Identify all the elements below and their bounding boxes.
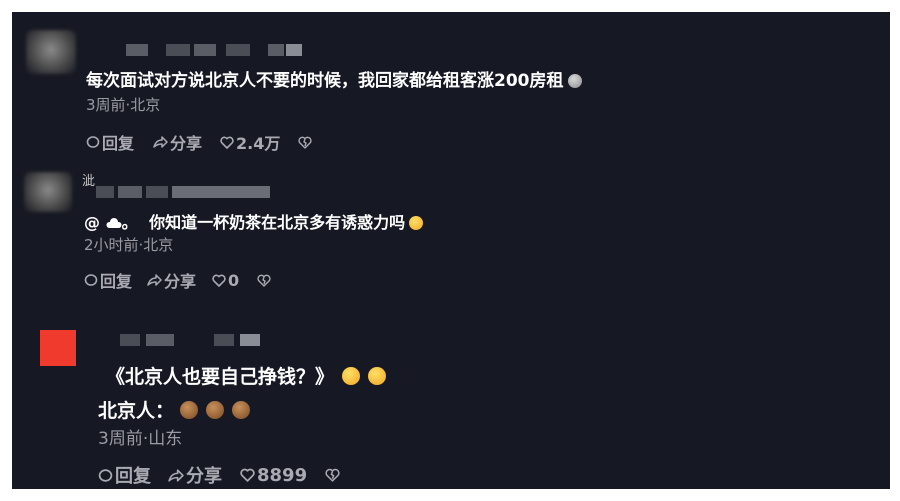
avatar[interactable] [40,330,76,366]
money-face-emoji [180,401,199,419]
laughing-tears-emoji [368,367,387,385]
comment-actions: 回复 分享 8899 [98,462,340,488]
grinning-emoji [409,216,424,230]
username-redacted[interactable] [126,44,306,56]
dislike-button[interactable] [325,468,340,482]
heart-icon [220,136,234,149]
username-fragment[interactable]: 泚 [82,170,95,189]
like-button[interactable]: 2.4万 [220,130,280,154]
comment-list: 每次面试对方说北京人不要的时候，我回家都给租客涨200房租 3周前·北京 回复 … [12,12,890,489]
money-face-emoji [232,401,251,419]
share-arrow-icon [168,468,184,482]
comment-text: 《北京人也要自己挣钱？》 [106,362,387,389]
comment-actions: 回复 分享 2.4万 [86,130,312,154]
avatar[interactable] [24,172,72,212]
share-arrow-icon [147,274,162,286]
share-button[interactable]: 分享 [167,462,222,488]
cat-face-emoji [567,74,582,88]
reply-bubble-icon [86,136,100,148]
heart-icon [240,468,255,482]
comment-text-line2: 北京人： [98,396,251,423]
username-redacted[interactable] [120,334,280,346]
username-redacted[interactable] [96,186,270,198]
reply-bubble-icon [84,274,98,286]
like-button[interactable]: 0 [212,271,239,290]
mention-punct: 。 [121,213,138,232]
reply-bubble-icon [98,468,113,482]
comment-text: 每次面试对方说北京人不要的时候，我回家都给租客涨200房租 [86,66,582,91]
comment-meta: 2小时前·北京 [84,236,174,254]
heart-icon [212,274,226,287]
like-button[interactable]: 8899 [240,465,307,486]
reply-button[interactable]: 回复 [84,268,132,292]
like-count: 2.4万 [236,134,281,153]
share-button[interactable]: 分享 [152,130,202,154]
broken-heart-icon [325,468,340,482]
broken-heart-icon [298,136,312,149]
like-count: 0 [228,270,240,290]
comment-actions: 回复 分享 0 [84,268,271,292]
dislike-button[interactable] [298,136,312,149]
mention-at[interactable]: @ [84,213,100,232]
share-button[interactable]: 分享 [146,268,196,292]
share-arrow-icon [153,136,168,148]
reply-button[interactable]: 回复 [86,130,134,154]
comment-meta: 3周前·山东 [98,429,183,449]
like-count: 8899 [257,464,308,486]
cloud-avatar-icon[interactable] [106,217,122,229]
comment-meta: 3周前·北京 [86,96,161,114]
laughing-tears-emoji [342,367,361,385]
broken-heart-icon [257,274,271,287]
reply-button[interactable]: 回复 [98,462,151,488]
money-face-emoji [206,401,225,419]
avatar[interactable] [26,30,76,74]
dislike-button[interactable] [257,274,271,287]
comment-text: @ 。 你知道一杯奶茶在北京多有诱惑力吗 [84,209,424,233]
